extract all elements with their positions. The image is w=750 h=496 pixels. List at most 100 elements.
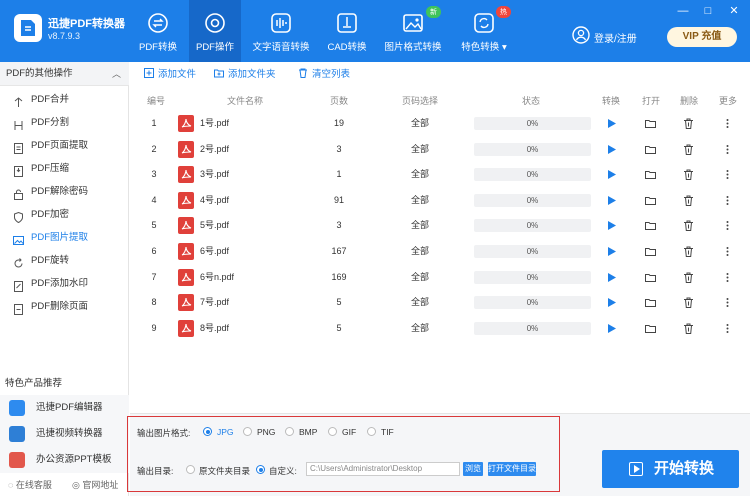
online-service-link[interactable]: ◌ 在线客服 [8,478,52,491]
recommend-item[interactable]: 迅捷视频转换器 [0,421,129,447]
trash-icon[interactable] [683,297,694,309]
source-folder-radio[interactable] [186,465,195,474]
sidebar-item-merge[interactable]: PDF合并 [0,88,129,111]
format-radio-tif[interactable] [367,427,376,436]
sidebar-item-image-extract[interactable]: PDF图片提取 [0,226,129,249]
gear-icon [205,13,225,33]
more-icon[interactable] [722,118,733,129]
minimize-button[interactable]: — [676,5,690,17]
open-folder-icon[interactable] [645,169,656,180]
more-icon[interactable] [722,195,733,206]
progress-bar: 0% [474,296,591,310]
delete-page-icon [13,301,24,315]
login-register-link[interactable]: 登录/注册 [594,30,637,45]
recommend-item[interactable]: 办公资源PPT模板 [0,447,129,473]
play-icon[interactable] [606,195,617,206]
play-icon[interactable] [606,323,617,334]
play-icon[interactable] [606,118,617,129]
trash-icon[interactable] [683,169,694,181]
page-range-select[interactable]: 全部 [392,162,448,187]
nav-image-format[interactable]: 图片格式转换 新 [383,0,443,62]
page-range-select[interactable]: 全部 [392,265,448,290]
sidebar-item-delete-page[interactable]: PDF删除页面 [0,295,129,318]
trash-icon[interactable] [683,195,694,206]
trash-icon[interactable] [683,323,694,334]
more-icon[interactable] [722,220,733,231]
sidebar-item-split[interactable]: PDF分割 [0,111,129,134]
more-icon[interactable] [722,272,733,283]
open-folder-icon[interactable] [645,272,656,283]
sidebar-item-rotate[interactable]: PDF旋转 [0,249,129,272]
nav-special-convert[interactable]: 特色转换 ▾ 热 [458,0,511,62]
browse-button[interactable]: 浏览 [463,462,483,476]
play-icon[interactable] [606,246,617,257]
more-icon[interactable] [722,297,733,308]
nav-text-speech[interactable]: 文字语音转换 [250,0,312,62]
output-path-input[interactable]: C:\Users\Administrator\Desktop [306,462,460,476]
custom-folder-radio[interactable] [256,465,265,474]
file-name: 6号n.pdf [200,271,235,282]
sidebar-item-extract-page[interactable]: PDF页面提取 [0,134,129,157]
play-icon[interactable] [606,169,617,180]
vip-recharge-button[interactable]: VIP 充值 [667,27,737,47]
product-icon [9,400,25,416]
add-file-button[interactable]: 添加文件 [144,68,196,82]
add-folder-button[interactable]: 添加文件夹 [214,68,276,82]
progress-bar: 0% [474,142,591,156]
page-range-select[interactable]: 全部 [392,188,448,213]
col-header-open: 打开 [641,96,660,106]
page-range-select[interactable]: 全部 [392,316,448,341]
extract-page-icon [13,140,24,154]
trash-icon[interactable] [683,272,694,283]
open-folder-icon[interactable] [645,297,656,308]
more-icon[interactable] [722,144,733,155]
row-number: 5 [151,220,157,231]
col-header-more: 更多 [718,96,737,106]
format-radio-png[interactable] [243,427,252,436]
website-link[interactable]: ◎ 官网地址 [72,478,118,491]
more-icon[interactable] [722,169,733,180]
sidebar-header[interactable]: PDF的其他操作 ︿ [0,62,129,86]
page-count: 19 [333,118,344,128]
open-folder-icon[interactable] [645,195,656,206]
page-range-select[interactable]: 全部 [392,290,448,315]
open-folder-button[interactable]: 打开文件目录 [488,462,536,476]
open-folder-icon[interactable] [645,144,656,155]
play-icon[interactable] [606,220,617,231]
nav-pdf-convert[interactable]: PDF转换 [132,0,184,62]
page-range-select[interactable]: 全部 [392,111,448,136]
open-folder-icon[interactable] [645,246,656,257]
pdf-file-icon [178,243,194,260]
chevron-up-icon: ︿ [111,69,121,79]
nav-pdf-operations[interactable]: PDF操作 [189,0,241,62]
nav-cad-convert[interactable]: CAD转换 [324,0,370,62]
play-icon[interactable] [606,144,617,155]
sidebar-item-shield[interactable]: PDF加密 [0,203,129,226]
trash-icon[interactable] [683,144,694,155]
open-folder-icon[interactable] [645,118,656,129]
maximize-button[interactable]: □ [701,5,715,17]
trash-icon[interactable] [683,118,694,129]
format-radio-gif[interactable] [328,427,337,436]
open-folder-icon[interactable] [645,220,656,231]
page-range-select[interactable]: 全部 [392,213,448,238]
trash-icon[interactable] [683,246,694,257]
start-convert-button[interactable]: 开始转换 [602,450,739,488]
sidebar-item-watermark[interactable]: PDF添加水印 [0,272,129,295]
trash-icon[interactable] [683,220,694,232]
play-icon[interactable] [606,272,617,283]
page-range-select[interactable]: 全部 [392,239,448,264]
format-label-jpg: JPG [217,427,234,437]
sidebar-item-unlock[interactable]: PDF解除密码 [0,180,129,203]
more-icon[interactable] [722,246,733,257]
clear-list-button[interactable]: 清空列表 [298,68,350,82]
format-radio-bmp[interactable] [285,427,294,436]
more-icon[interactable] [722,323,733,334]
close-button[interactable]: ✕ [727,5,741,17]
sidebar-item-compress[interactable]: PDF压缩 [0,157,129,180]
play-icon[interactable] [606,297,617,308]
recommend-item[interactable]: 迅捷PDF编辑器 [0,395,129,421]
page-range-select[interactable]: 全部 [392,137,448,162]
open-folder-icon[interactable] [645,323,656,334]
format-radio-jpg[interactable] [203,427,212,436]
